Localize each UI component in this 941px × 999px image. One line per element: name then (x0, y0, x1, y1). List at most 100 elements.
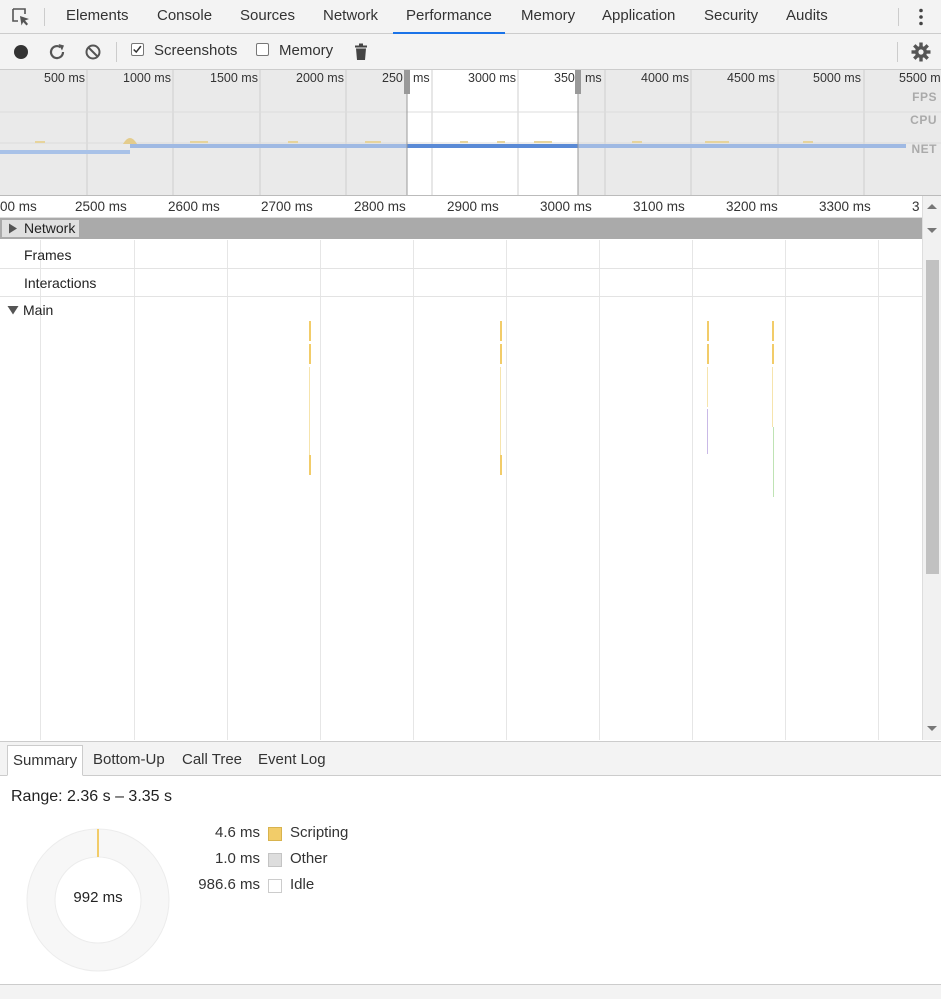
trash-icon[interactable] (350, 41, 372, 63)
ruler-tick: 2700 ms (261, 199, 313, 214)
task-slice[interactable] (772, 321, 774, 341)
task-slice[interactable] (309, 455, 311, 475)
ruler-tick: 2500 ms (75, 199, 127, 214)
tab-memory[interactable]: Memory (508, 0, 588, 34)
main-track-label: Main (23, 302, 54, 318)
network-track[interactable]: Network (0, 218, 922, 240)
memory-label: Memory (279, 42, 334, 59)
tab-sources[interactable]: Sources (227, 0, 308, 34)
task-slice[interactable] (309, 367, 310, 457)
overview-tick: 250 (382, 71, 403, 85)
devtools-tab-bar: Elements Console Sources Network Perform… (0, 0, 941, 34)
scrollbar-thumb[interactable] (926, 260, 939, 574)
task-slice[interactable] (772, 344, 774, 364)
memory-checkbox[interactable] (256, 43, 269, 56)
task-slice[interactable] (707, 344, 709, 364)
tracks-scrollbar[interactable] (922, 196, 941, 740)
legend-name: Idle (290, 876, 315, 893)
tab-security[interactable]: Security (691, 0, 771, 34)
task-slice[interactable] (309, 344, 311, 364)
overview-tick: ms (585, 71, 602, 85)
net-lane-label: NET (911, 142, 937, 156)
task-slice[interactable] (707, 321, 709, 341)
range-text: Range: 2.36 s – 3.35 s (11, 788, 172, 805)
task-slice[interactable] (500, 321, 502, 341)
tab-bottom-up[interactable]: Bottom-Up (88, 745, 170, 776)
clear-icon[interactable] (82, 41, 104, 63)
toolbar-separator-right (897, 42, 898, 62)
tab-performance[interactable]: Performance (393, 0, 505, 34)
overview-tick: 500 ms (44, 71, 85, 85)
interactions-track-label: Interactions (24, 275, 97, 291)
ruler-tick: 3000 ms (540, 199, 592, 214)
flame-chart-tracks[interactable]: Network Frames Interactions Main (0, 218, 922, 740)
overview-tick: 1000 ms (123, 71, 171, 85)
network-track-label: Network (24, 220, 76, 236)
tab-audits[interactable]: Audits (773, 0, 841, 34)
scroll-up-icon[interactable] (927, 204, 937, 209)
scroll-down-icon[interactable] (927, 726, 937, 731)
legend-name: Scripting (290, 824, 349, 841)
legend-swatch (268, 853, 282, 867)
ruler-tick: 2800 ms (354, 199, 406, 214)
ruler-tick: 3 (912, 199, 920, 214)
reload-record-icon[interactable] (46, 41, 68, 63)
donut-total-label: 992 ms (73, 889, 123, 906)
scroll-down-small-icon[interactable] (927, 228, 937, 233)
performance-toolbar: Screenshots Memory (0, 34, 941, 70)
overview-tick: 1500 ms (210, 71, 258, 85)
task-slice[interactable] (309, 321, 311, 341)
overview-tick: 2000 ms (296, 71, 344, 85)
donut-slice-scripting (97, 829, 99, 857)
screenshots-checkbox[interactable] (131, 43, 144, 56)
legend-name: Other (290, 850, 328, 867)
flame-chart-ruler: 00 ms 2500 ms 2600 ms 2700 ms 2800 ms 29… (0, 196, 922, 218)
task-slice[interactable] (500, 344, 502, 364)
ruler-tick: 3100 ms (633, 199, 685, 214)
legend-swatch (268, 827, 282, 841)
task-slice[interactable] (772, 367, 773, 427)
legend-value: 4.6 ms (214, 824, 260, 841)
task-slice[interactable] (500, 367, 501, 457)
record-icon[interactable] (10, 41, 32, 63)
summary-panel: Range: 2.36 s – 3.35 s 992 ms 4.6 ms Scr… (0, 776, 941, 984)
tab-application[interactable]: Application (589, 0, 688, 34)
tab-summary[interactable]: Summary (7, 745, 84, 776)
task-slice[interactable] (773, 427, 774, 497)
settings-gear-icon[interactable] (910, 41, 932, 63)
timeline-overview[interactable]: 500 ms 1000 ms 1500 ms 2000 ms 250 ms 30… (0, 70, 941, 196)
fps-lane-label: FPS (912, 90, 937, 104)
screenshots-label: Screenshots (154, 42, 238, 59)
details-tab-bar: Summary Bottom-Up Call Tree Event Log (0, 741, 941, 776)
overview-tick: 4500 ms (727, 71, 775, 85)
tab-call-tree[interactable]: Call Tree (177, 745, 247, 776)
overview-tick: 4000 ms (641, 71, 689, 85)
frames-track[interactable]: Frames (0, 241, 922, 269)
overview-canvas (0, 70, 941, 195)
task-slice[interactable] (500, 455, 502, 475)
tab-separator (44, 8, 45, 26)
tab-event-log[interactable]: Event Log (253, 745, 331, 776)
ruler-tick: 3300 ms (819, 199, 871, 214)
tab-console[interactable]: Console (144, 0, 225, 34)
interactions-track[interactable]: Interactions (0, 269, 922, 297)
toolbar-separator (116, 42, 117, 62)
more-options-icon[interactable] (911, 7, 931, 27)
overview-tick: 5000 ms (813, 71, 861, 85)
task-slice[interactable] (707, 409, 708, 454)
collapse-triangle-icon[interactable] (7, 305, 19, 315)
ruler-tick: 3200 ms (726, 199, 778, 214)
task-slice[interactable] (707, 367, 708, 407)
inspect-element-icon[interactable] (10, 6, 32, 28)
main-track[interactable]: Main (0, 297, 922, 740)
bottom-status-bar (0, 984, 941, 999)
tab-separator-right (898, 8, 899, 26)
overview-tick: 5500 m (899, 71, 941, 85)
ruler-tick: 00 ms (0, 199, 37, 214)
tab-network[interactable]: Network (310, 0, 391, 34)
legend-value: 1.0 ms (214, 850, 260, 867)
cpu-lane-label: CPU (910, 113, 937, 127)
frames-track-label: Frames (24, 247, 72, 263)
expand-triangle-icon[interactable] (8, 223, 18, 234)
tab-elements[interactable]: Elements (53, 0, 142, 34)
